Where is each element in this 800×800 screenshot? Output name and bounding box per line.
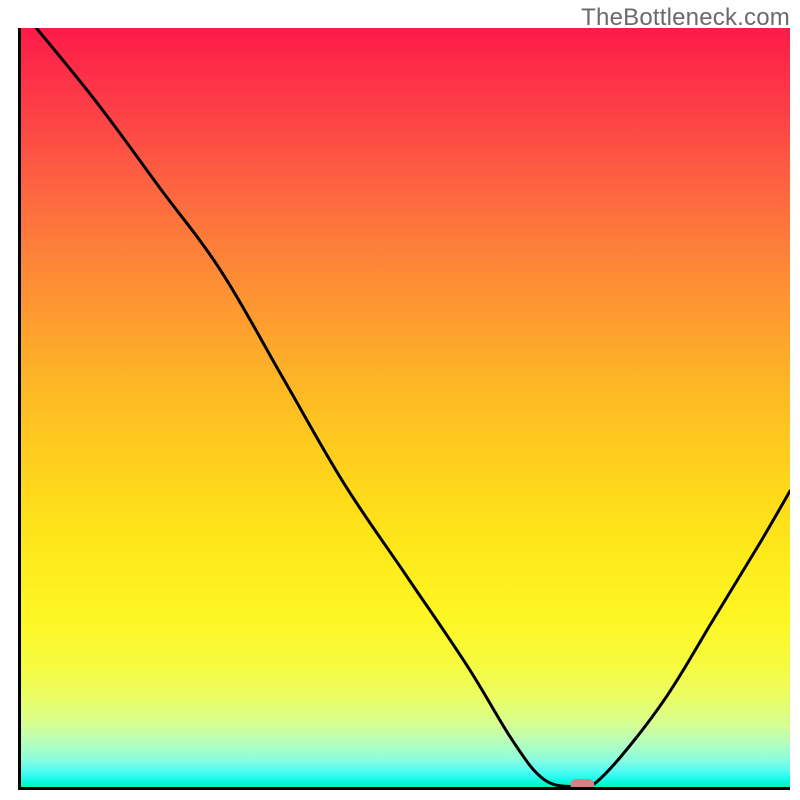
plot-area [18,28,790,790]
optimal-marker [570,779,594,787]
chart-container: TheBottleneck.com [0,0,800,800]
curve-svg [21,28,790,787]
bottleneck-curve [36,28,790,787]
